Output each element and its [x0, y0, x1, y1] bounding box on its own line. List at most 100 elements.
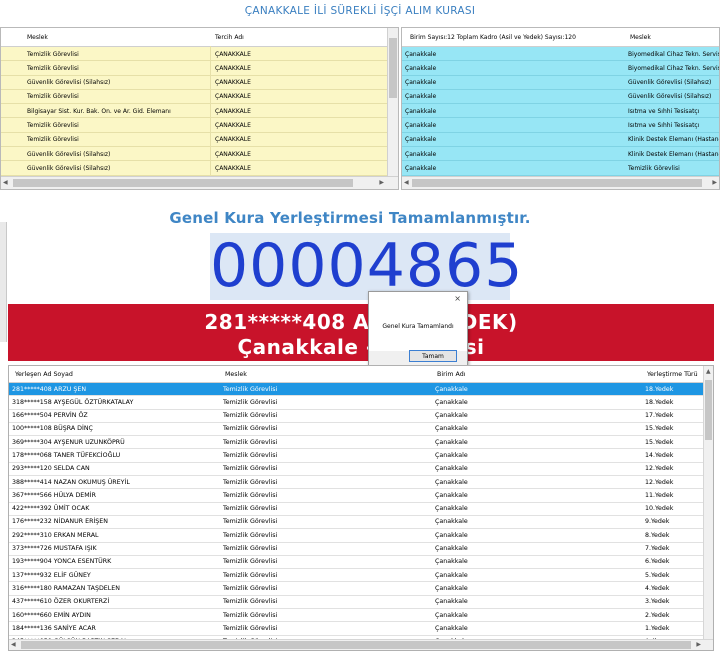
- table-row[interactable]: Çanakkale Temizlik Görevlisi: [402, 161, 719, 176]
- top-right-grid-cell: Çanakkale: [405, 93, 437, 101]
- results-grid-cell: 11.Yedek: [645, 491, 674, 499]
- table-row[interactable]: 388*****414 NAZAN OKUMUŞ ÜREYİL Temizlik …: [9, 476, 713, 490]
- table-row[interactable]: Temizlik Görevlisi ÇANAKKALE: [1, 47, 398, 62]
- table-row[interactable]: Çanakkale Isıtma ve Sıhhi Tesisatçı: [402, 104, 719, 119]
- column-header-meslek[interactable]: Meslek: [630, 34, 651, 41]
- results-grid-cell: 316*****180 RAMAZAN TAŞDELEN: [12, 584, 120, 592]
- column-header-tercih-adi[interactable]: Tercih Adı: [215, 34, 244, 41]
- table-row[interactable]: Güvenlik Görevlisi (Silahsız) ÇANAKKALE: [1, 75, 398, 90]
- scroll-thumb[interactable]: [389, 38, 397, 98]
- scroll-thumb[interactable]: [21, 641, 691, 649]
- chevron-right-icon[interactable]: ▶: [379, 179, 384, 186]
- chevron-left-icon[interactable]: ◀: [3, 179, 8, 186]
- top-left-grid-cell: ÇANAKKALE: [215, 50, 251, 58]
- top-right-grid-cell: Biyomedikal Cihaz Tekn. Servis İ: [628, 50, 720, 58]
- results-grid-cell: Temizlik Görevlisi: [223, 545, 278, 553]
- top-right-grid-cell: Çanakkale: [405, 136, 437, 144]
- table-row[interactable]: 100*****108 BÜŞRA DİNÇ Temizlik Görevlisi…: [9, 422, 713, 437]
- table-row[interactable]: 318*****158 AYŞEGÜL ÖZTÜRKATALAY Temizlik…: [9, 396, 713, 410]
- table-row[interactable]: 422*****392 ÜMİT OCAK Temizlik Görevlisi Ç…: [9, 502, 713, 516]
- results-grid-cell: 17.Yedek: [645, 412, 674, 420]
- ok-button[interactable]: Tamam: [409, 350, 457, 362]
- table-row[interactable]: 166*****504 PERVİN ÖZ Temizlik Görevlisi Ç…: [9, 409, 713, 423]
- placement-results-grid[interactable]: Yerleşen Ad Soyad Meslek Birim Adı Yerle…: [8, 365, 714, 651]
- table-row[interactable]: Çanakkale Güvenlik Görevlisi (Silahsız): [402, 89, 719, 105]
- table-row[interactable]: 292*****310 ERKAN MERAL Temizlik Görevlis…: [9, 529, 713, 543]
- table-row[interactable]: 281*****408 ARZU ŞEN Temizlik Görevlisi Ça…: [9, 383, 713, 397]
- winner-placement: Çanakkale - Tem vlisi: [237, 335, 485, 359]
- table-row[interactable]: Bilgisayar Sist. Kur. Bak. On. ve Ar. Gi…: [1, 104, 398, 119]
- table-row[interactable]: Güvenlik Görevlisi (Silahsız) ÇANAKKALE: [1, 161, 398, 176]
- results-grid-cell: 437*****610 ÖZER OKURTERZİ: [12, 598, 110, 606]
- top-left-grid[interactable]: Meslek Tercih Adı Temizlik Görevlisi ÇANA…: [0, 27, 399, 190]
- top-right-grid[interactable]: Birim Sayısı:12 Toplam Kadro (Asil ve Ye…: [401, 27, 720, 190]
- results-grid-cell: 18.Yedek: [645, 385, 674, 393]
- table-row[interactable]: Temizlik Görevlisi ÇANAKKALE: [1, 118, 398, 133]
- table-row[interactable]: 193*****904 YONCA ESENTÜRK Temizlik Görev…: [9, 555, 713, 570]
- table-row[interactable]: 178*****068 TANER TÜFEKCİOĞLU Temizlik Gö…: [9, 449, 713, 463]
- status-headline: Genel Kura Yerleştirmesi Tamamlanmıştır.: [169, 209, 531, 227]
- column-header-birim-adi[interactable]: Birim Adı: [437, 371, 466, 378]
- scroll-thumb[interactable]: [705, 380, 712, 440]
- table-row[interactable]: Çanakkale Biyomedikal Cihaz Tekn. Servis …: [402, 47, 720, 62]
- table-row[interactable]: 373*****726 MUSTAFA IŞIK Temizlik Görevli…: [9, 542, 713, 556]
- top-left-grid-cell: ÇANAKKALE: [215, 79, 251, 87]
- chevron-right-icon[interactable]: ▶: [696, 641, 701, 648]
- table-row[interactable]: 369*****304 AYŞENUR UZUNKÖPRÜ Temizlik Gö…: [9, 436, 713, 450]
- vertical-scrollbar[interactable]: [387, 28, 398, 179]
- results-grid-cell: Çanakkale: [435, 385, 468, 393]
- results-grid-cell: 14.Yedek: [645, 451, 674, 459]
- chevron-up-icon[interactable]: ▲: [706, 368, 711, 375]
- results-grid-cell: Temizlik Görevlisi: [223, 398, 278, 406]
- table-row[interactable]: 367*****566 HÜLYA DEMİR Temizlik Görevlis…: [9, 489, 713, 503]
- results-grid-cell: Çanakkale: [435, 425, 468, 433]
- results-grid-cell: Temizlik Görevlisi: [223, 558, 278, 566]
- table-row[interactable]: Çanakkale Klinik Destek Elemanı (Hastane): [402, 147, 719, 162]
- table-row[interactable]: Çanakkale Klinik Destek Elemanı (Hastane): [402, 132, 719, 148]
- table-row[interactable]: Çanakkale Güvenlik Görevlisi (Silahsız): [402, 75, 719, 90]
- results-grid-cell: 281*****408 ARZU ŞEN: [12, 385, 87, 393]
- table-row[interactable]: 316*****180 RAMAZAN TAŞDELEN Temizlik Gör…: [9, 582, 713, 596]
- top-right-grid-cell: Çanakkale: [405, 164, 437, 172]
- table-row[interactable]: 137*****932 ELİF GÜNEY Temizlik Görevlisi…: [9, 569, 713, 583]
- table-row[interactable]: 437*****610 ÖZER OKURTERZİ Temizlik Görev…: [9, 595, 713, 610]
- chevron-left-icon[interactable]: ◀: [11, 641, 16, 648]
- table-row[interactable]: 176*****232 NİDANUR ERİŞEN Temizlik Görev…: [9, 515, 713, 530]
- horizontal-scrollbar[interactable]: ◀ ▶: [9, 639, 713, 650]
- table-row[interactable]: Güvenlik Görevlisi (Silahsız) ÇANAKKALE: [1, 147, 398, 162]
- results-grid-cell: 15.Yedek: [645, 425, 674, 433]
- column-header-yerlestirme-turu[interactable]: Yerleştirme Türü: [647, 371, 698, 378]
- table-row[interactable]: 293*****120 SELDA CAN Temizlik Görevlisi Ç…: [9, 462, 713, 477]
- horizontal-scrollbar[interactable]: ◀ ▶: [402, 176, 719, 189]
- top-left-grid-cell: ÇANAKKALE: [215, 164, 251, 172]
- table-row[interactable]: Çanakkale Isıtma ve Sıhhi Tesisatçı: [402, 118, 719, 133]
- results-grid-cell: 292*****310 ERKAN MERAL: [12, 531, 99, 539]
- scroll-thumb[interactable]: [13, 179, 353, 187]
- chevron-left-icon[interactable]: ◀: [404, 179, 409, 186]
- column-header-ad-soyad[interactable]: Yerleşen Ad Soyad: [15, 371, 73, 378]
- table-row[interactable]: 184*****136 SANİYE ACAR Temizlik Görevlis…: [9, 622, 713, 636]
- table-row[interactable]: Çanakkale Biyomedikal Cihaz Tekn. Servis …: [402, 61, 719, 76]
- table-row[interactable]: Temizlik Görevlisi ÇANAKKALE: [1, 89, 398, 105]
- top-left-grid-rows: Temizlik Görevlisi ÇANAKKALE Temizlik Göre…: [1, 47, 398, 189]
- close-icon[interactable]: ×: [454, 294, 461, 303]
- vertical-scrollbar[interactable]: ▲: [703, 366, 713, 650]
- top-left-grid-cell: Temizlik Görevlisi: [27, 64, 79, 72]
- table-row[interactable]: Temizlik Görevlisi ÇANAKKALE: [1, 61, 398, 76]
- results-grid-cell: 12.Yedek: [645, 465, 674, 473]
- column-header-meslek[interactable]: Meslek: [225, 371, 247, 378]
- column-header-birim-sayisi[interactable]: Birim Sayısı:12 Toplam Kadro (Asil ve Ye…: [410, 34, 576, 41]
- results-grid-cell: 176*****232 NİDANUR ERİŞEN: [12, 518, 108, 526]
- top-left-grid-cell: Bilgisayar Sist. Kur. Bak. On. ve Ar. Gi…: [27, 107, 171, 115]
- results-grid-cell: 6.Yedek: [645, 558, 670, 566]
- chevron-right-icon[interactable]: ▶: [712, 179, 717, 186]
- results-grid-cell: 12.Yedek: [645, 478, 674, 486]
- horizontal-scrollbar[interactable]: ◀ ▶: [1, 176, 398, 189]
- results-grid-cell: Temizlik Görevlisi: [223, 385, 278, 393]
- results-grid-cell: 318*****158 AYŞEGÜL ÖZTÜRKATALAY: [12, 398, 134, 406]
- table-row[interactable]: Temizlik Görevlisi ÇANAKKALE: [1, 132, 398, 148]
- scroll-thumb[interactable]: [412, 179, 702, 187]
- results-grid-cell: Temizlik Görevlisi: [223, 584, 278, 592]
- column-header-meslek[interactable]: Meslek: [27, 34, 48, 41]
- table-row[interactable]: 160*****660 EMİN AYDIN Temizlik Görevlisi…: [9, 609, 713, 623]
